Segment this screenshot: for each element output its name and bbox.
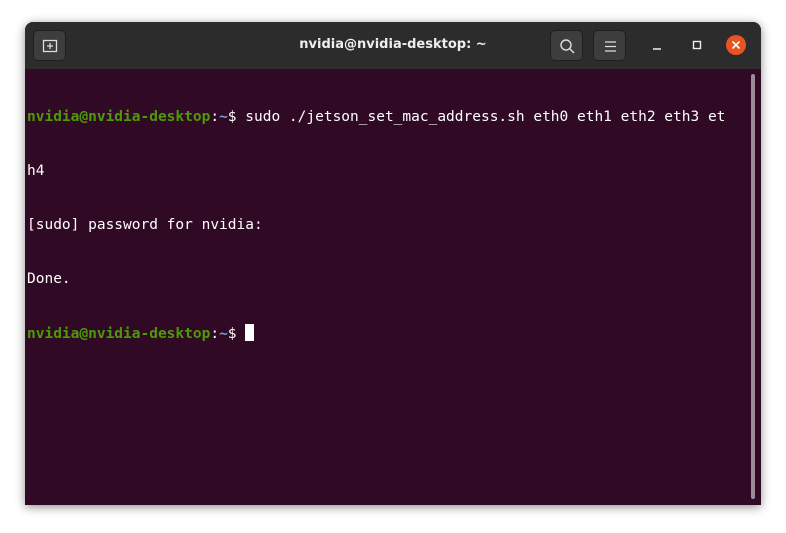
search-button[interactable] [550,30,583,61]
prompt-dollar: $ [227,326,246,342]
prompt-path: ~ [219,109,228,125]
maximize-icon [692,40,702,50]
menu-button[interactable] [593,30,626,61]
hamburger-menu-icon [605,41,616,52]
close-button[interactable] [726,35,746,55]
prompt-path: ~ [219,326,228,342]
prompt-colon: : [210,326,220,342]
command-text: sudo ./jetson_set_mac_address.sh eth0 et… [245,109,726,125]
done-output: Done. [27,271,71,287]
close-icon [731,40,741,50]
prompt-dollar: $ [227,109,246,125]
terminal-window: nvidia@nvidia-desktop: ~ nvidia@nvidia-d… [25,22,761,505]
command-line-wrap: h4 [27,163,45,179]
prompt-user: nvidia@nvidia-desktop [27,326,211,342]
search-icon [560,39,575,54]
prompt-colon: : [210,109,220,125]
minimize-button[interactable] [647,35,667,55]
title-bar[interactable]: nvidia@nvidia-desktop: ~ [25,22,761,69]
maximize-button[interactable] [687,35,707,55]
scrollbar[interactable] [751,74,755,499]
command-line: nvidia@nvidia-desktop:~$ sudo ./jetson_s… [27,108,749,126]
prompt-user: nvidia@nvidia-desktop [27,109,211,125]
current-prompt-line: nvidia@nvidia-desktop:~$ [27,324,749,342]
terminal-output[interactable]: nvidia@nvidia-desktop:~$ sudo ./jetson_s… [27,72,749,502]
sudo-password-prompt: [sudo] password for nvidia: [27,217,263,233]
text-cursor [245,324,255,341]
minimize-icon [653,48,661,50]
